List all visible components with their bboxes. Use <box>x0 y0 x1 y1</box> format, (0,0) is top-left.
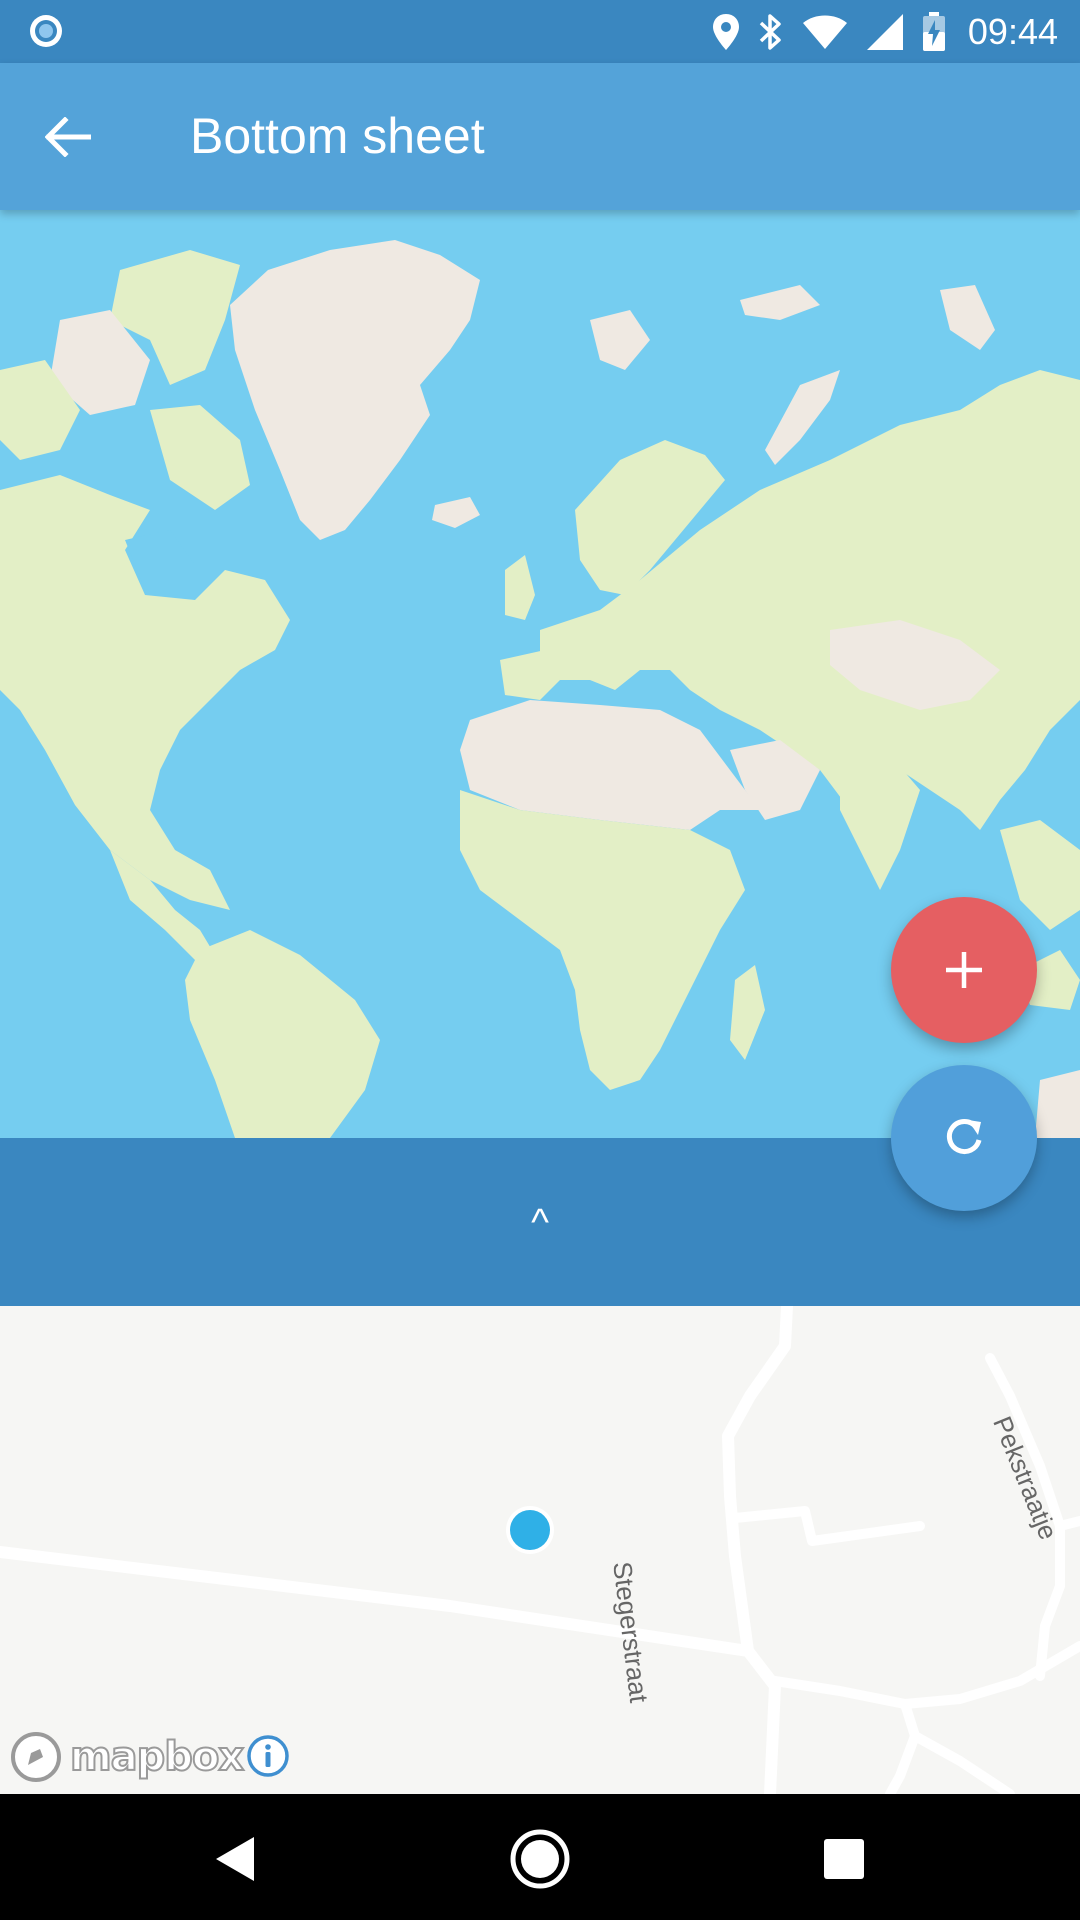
battery-charging-icon <box>922 11 945 51</box>
recording-icon <box>30 15 62 47</box>
map-landmass <box>940 285 995 350</box>
map-landmass <box>765 370 840 465</box>
nav-recents-icon <box>824 1839 864 1879</box>
road <box>770 1641 1080 1709</box>
map-landmass <box>185 930 380 1138</box>
info-icon[interactable] <box>246 1734 290 1778</box>
mapbox-attribution[interactable]: mapbox <box>10 1730 245 1784</box>
status-time: 09:44 <box>967 10 1058 52</box>
plus-icon <box>946 952 982 988</box>
map-landmass <box>460 790 745 1090</box>
road <box>730 1506 925 1546</box>
nav-home-button[interactable] <box>500 1819 580 1899</box>
nav-back-button[interactable] <box>196 1819 276 1899</box>
map-landmass <box>730 965 765 1060</box>
page-title: Bottom sheet <box>190 108 485 164</box>
map-landmass <box>230 240 480 540</box>
bottom-sheet-toggle[interactable]: ^ <box>490 1178 590 1268</box>
road <box>885 1699 920 1794</box>
nav-home-icon <box>510 1829 570 1889</box>
detail-map[interactable] <box>0 1306 1080 1794</box>
back-button[interactable] <box>38 107 98 167</box>
road <box>910 1731 1015 1794</box>
map-landmass <box>590 310 650 370</box>
map-landmass <box>1000 820 1080 930</box>
location-icon <box>712 13 739 50</box>
map-landmass <box>740 285 820 320</box>
nav-recents-button[interactable] <box>804 1819 884 1899</box>
mapbox-logo-icon <box>11 1732 61 1782</box>
user-location-marker <box>510 1510 550 1550</box>
road <box>722 1306 793 1657</box>
bluetooth-icon <box>759 13 781 50</box>
status-icons: 09:44 <box>712 0 1058 63</box>
road <box>1055 1516 1080 1531</box>
refresh-icon <box>946 1119 982 1154</box>
wifi-icon <box>802 15 847 49</box>
navigation-bar <box>0 1794 1080 1920</box>
map-landmass <box>505 555 535 620</box>
detail-map-roads <box>0 1306 1080 1794</box>
signal-icon <box>866 13 903 50</box>
add-button[interactable] <box>891 897 1037 1043</box>
screen: 09:44 Bottom sheet ^ Stegerstraat Pekstr… <box>0 0 1080 1920</box>
map-landmass <box>1035 1070 1080 1138</box>
app-bar: Bottom sheet <box>0 63 1080 210</box>
arrow-back-icon <box>45 117 91 157</box>
nav-back-icon <box>216 1837 254 1881</box>
map-landmass <box>150 405 250 510</box>
mapbox-wordmark: mapbox <box>69 1733 245 1781</box>
map-landmass <box>432 497 480 528</box>
refresh-button[interactable] <box>891 1065 1037 1211</box>
status-bar: 09:44 <box>0 0 1080 63</box>
